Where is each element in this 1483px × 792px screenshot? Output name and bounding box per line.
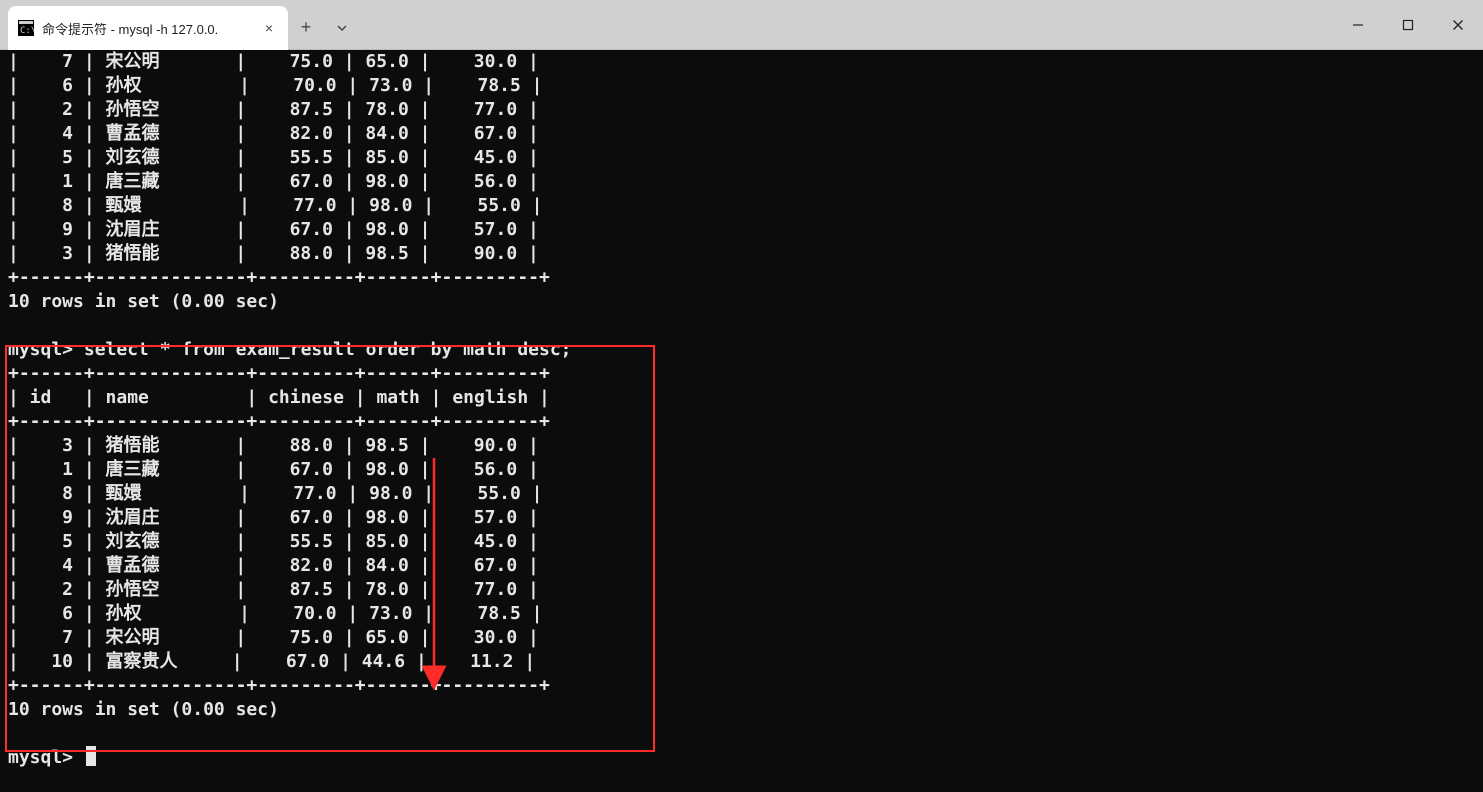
cursor — [86, 746, 96, 766]
titlebar: C:\ 命令提示符 - mysql -h 127.0.0. × + — [0, 0, 1483, 50]
active-tab[interactable]: C:\ 命令提示符 - mysql -h 127.0.0. × — [8, 6, 288, 50]
tab-dropdown-button[interactable] — [324, 6, 360, 49]
minimize-button[interactable] — [1333, 5, 1383, 45]
window-controls — [1333, 0, 1483, 49]
terminal-output: | 7 | 宋公明 | 75.0 | 65.0 | 30.0 | | 6 | 孙… — [0, 50, 580, 770]
close-window-button[interactable] — [1433, 5, 1483, 45]
maximize-button[interactable] — [1383, 5, 1433, 45]
titlebar-spacer — [360, 0, 1333, 49]
tab-close-button[interactable]: × — [260, 19, 278, 37]
tab-title: 命令提示符 - mysql -h 127.0.0. — [42, 19, 252, 38]
terminal-icon: C:\ — [18, 20, 34, 36]
terminal-viewport[interactable]: | 7 | 宋公明 | 75.0 | 65.0 | 30.0 | | 6 | 孙… — [0, 50, 1483, 792]
new-tab-button[interactable]: + — [288, 6, 324, 49]
svg-text:C:\: C:\ — [20, 26, 34, 36]
